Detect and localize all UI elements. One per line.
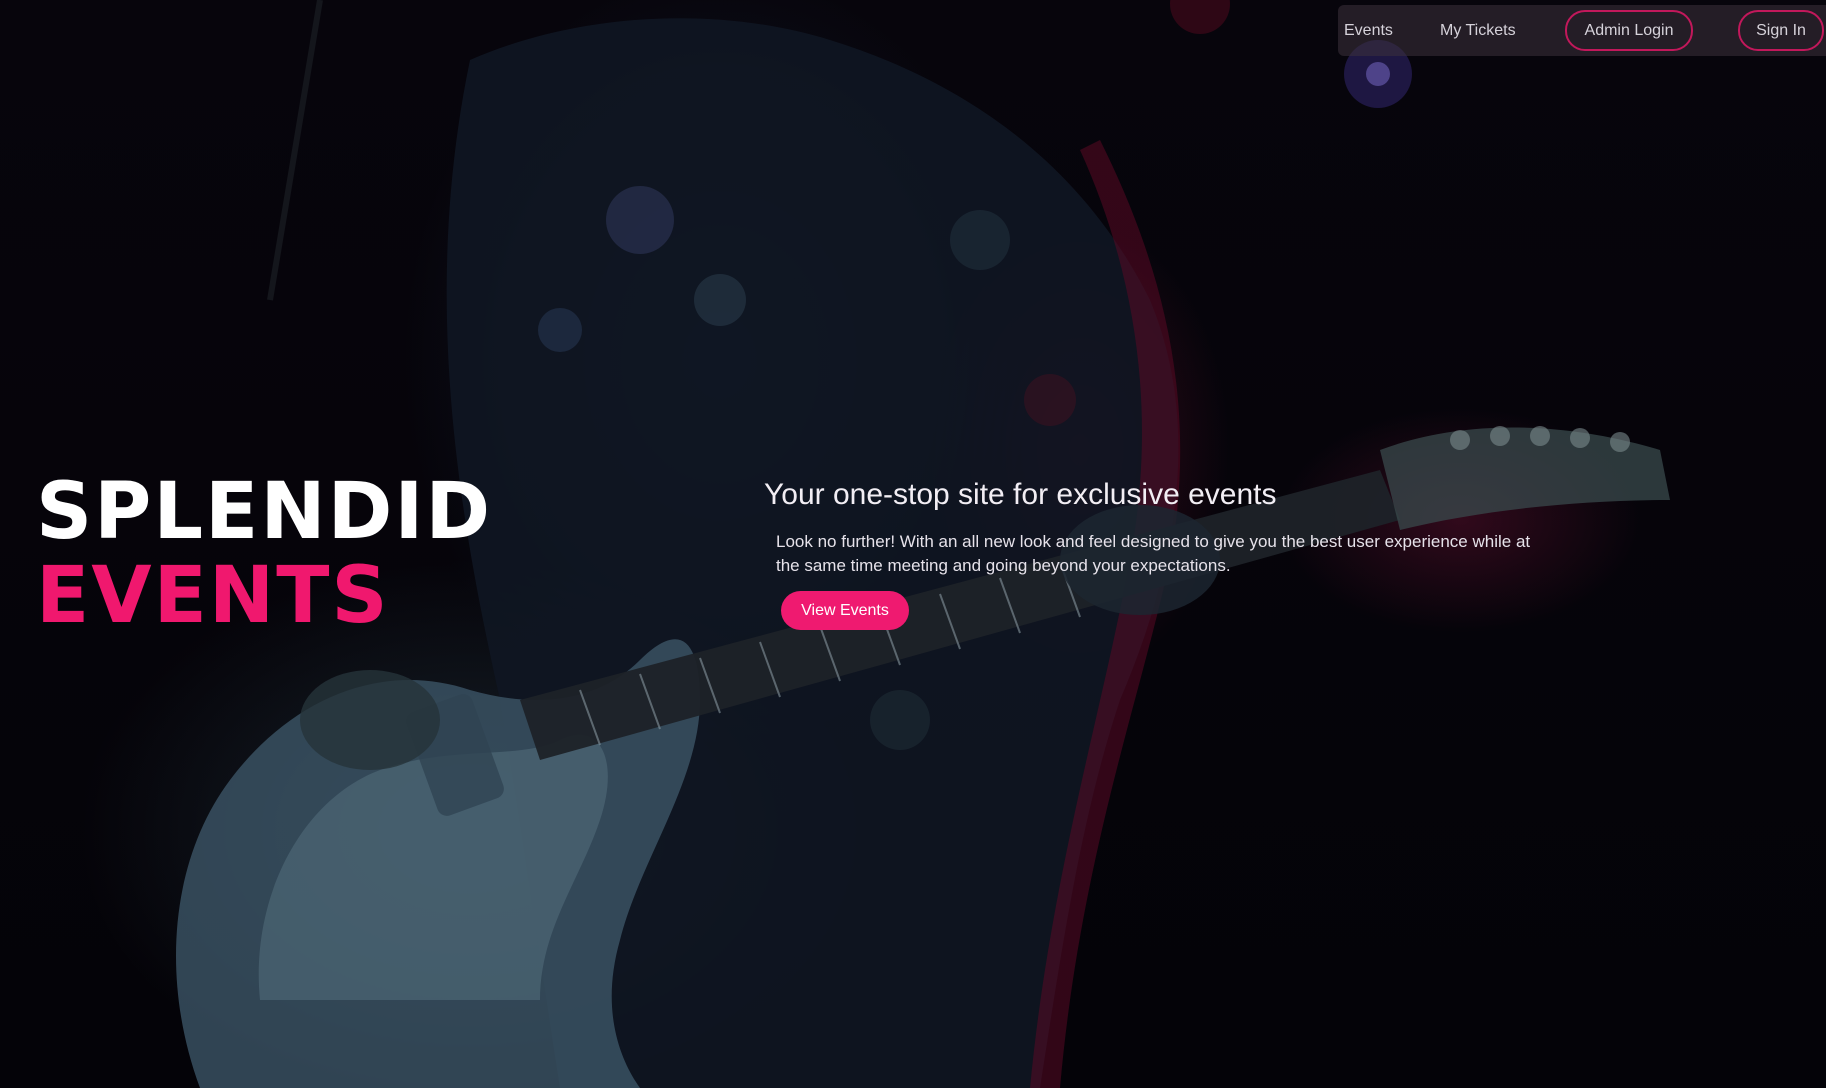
brand-title-line1: SPLENDID [36,467,493,557]
admin-login-button[interactable]: Admin Login [1565,10,1693,51]
hero-headline: Your one-stop site for exclusive events [764,478,1277,511]
sign-in-button[interactable]: Sign In [1738,10,1824,51]
brand-title-line2: EVENTS [36,551,390,641]
brand-logo: SPLENDID EVENTS [36,470,492,638]
hero-section: Events My Tickets Admin Login Sign In SP… [0,0,1826,1088]
nav-my-tickets-link[interactable]: My Tickets [1440,5,1516,56]
hero-description: Look no further! With an all new look an… [776,532,1531,575]
nav-events-link[interactable]: Events [1344,5,1393,56]
view-events-button[interactable]: View Events [781,591,909,630]
top-navigation: Events My Tickets Admin Login Sign In [1338,5,1826,56]
